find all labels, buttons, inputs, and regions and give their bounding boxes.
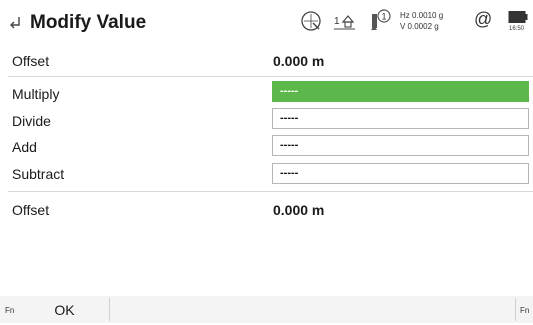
angle-readout: Hz 0.0010 g V 0.0002 g xyxy=(400,10,443,32)
multiply-row: Multiply ----- xyxy=(0,81,533,105)
divider xyxy=(8,191,533,192)
divide-label: Divide xyxy=(12,113,51,129)
hz-readout: Hz 0.0010 g xyxy=(400,11,444,20)
offset-row-top: Offset 0.000 m xyxy=(0,50,533,74)
add-row: Add ----- xyxy=(0,133,533,157)
multiply-input[interactable]: ----- xyxy=(272,81,529,102)
subtract-input[interactable]: ----- xyxy=(272,163,529,184)
offset-row-bottom: Offset 0.000 m xyxy=(0,196,533,220)
add-input[interactable]: ----- xyxy=(272,135,529,156)
fn-left-key[interactable]: Fn xyxy=(5,306,14,315)
offset-result-value: 0.000 m xyxy=(273,202,325,218)
multiply-label: Multiply xyxy=(12,86,60,102)
softkey-separator xyxy=(109,298,110,321)
clock-time: 16:50 xyxy=(509,26,525,32)
divide-input[interactable]: ----- xyxy=(272,108,529,129)
subtract-row: Subtract ----- xyxy=(0,160,533,184)
gnss-status-icon[interactable] xyxy=(300,10,322,32)
back-arrow-icon[interactable] xyxy=(8,14,24,30)
divide-row: Divide ----- xyxy=(0,107,533,131)
add-label: Add xyxy=(12,139,37,155)
divider xyxy=(8,76,533,77)
svg-text:1: 1 xyxy=(334,16,340,27)
header-bar: Modify Value 1 1 Hz 0.0010 g V 0.0002 g … xyxy=(0,0,533,44)
fn-right-key[interactable]: Fn xyxy=(520,306,529,315)
page-title: Modify Value xyxy=(30,12,147,33)
offset-value: 0.000 m xyxy=(273,53,325,69)
softkey-bar: Fn OK Fn xyxy=(0,296,533,323)
softkey-separator xyxy=(515,298,516,321)
offset-result-label: Offset xyxy=(12,202,50,218)
svg-text:1: 1 xyxy=(382,12,387,22)
tilt-sensor-icon[interactable]: 1 xyxy=(366,8,394,34)
ok-button[interactable]: OK xyxy=(20,296,109,323)
subtract-label: Subtract xyxy=(12,166,65,182)
station-status-icon[interactable]: 1 xyxy=(333,12,357,32)
offset-label: Offset xyxy=(12,53,50,69)
at-connection-icon[interactable]: @ xyxy=(474,9,492,30)
v-readout: V 0.0002 g xyxy=(400,22,439,31)
battery-icon xyxy=(508,11,528,23)
